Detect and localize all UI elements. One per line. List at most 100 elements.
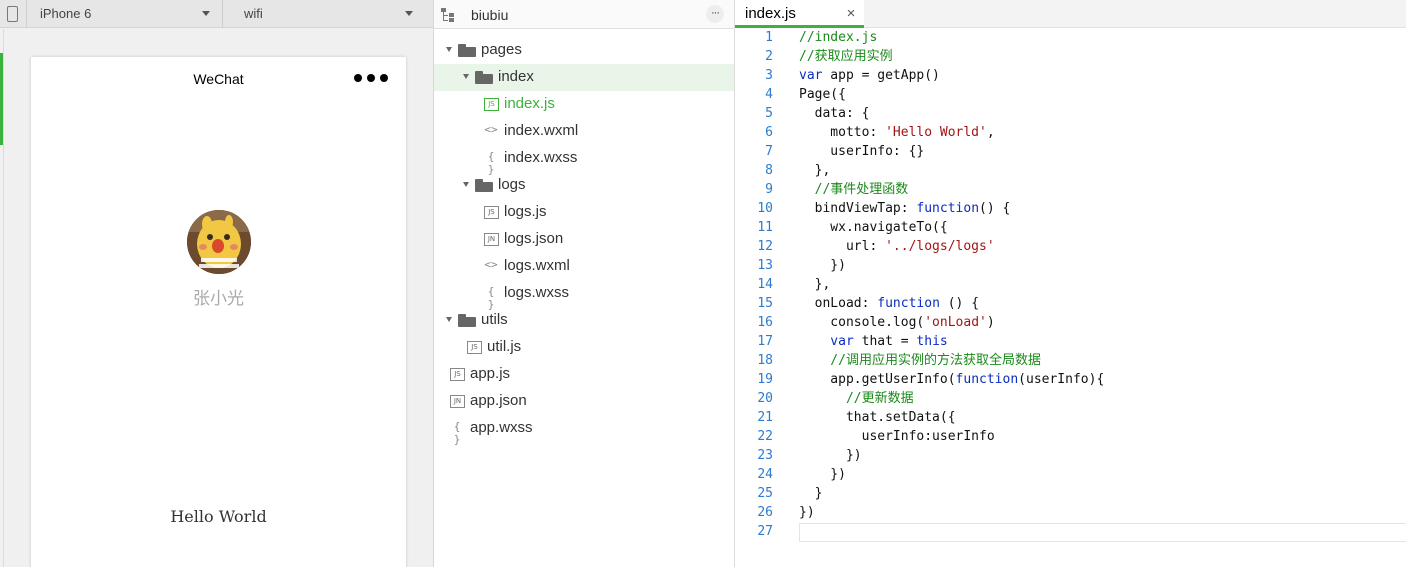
code-text: wx.navigateTo({ [799, 218, 947, 237]
code-editor-pane: index.js × 1 //index.js 2 //获取应用实例 3 var app … [735, 0, 1406, 567]
code-line: 22 userInfo:userInfo [735, 427, 1406, 446]
line-number: 15 [757, 296, 773, 311]
tree-file[interactable]: JN logs.json [434, 226, 734, 253]
code-text: onLoad: function () { [799, 294, 979, 313]
code-text: //更新数据 [799, 389, 914, 408]
tree-item-label: index.js [504, 95, 555, 112]
line-number: 11 [757, 220, 773, 235]
tree-folder[interactable]: utils [434, 307, 734, 334]
code-text: //事件处理函数 [799, 180, 909, 199]
code-token: this [916, 334, 948, 349]
tree-item-label: logs.wxss [504, 284, 570, 301]
code-text: }) [799, 465, 846, 484]
code-token: //更新数据 [799, 391, 914, 406]
code-text: //index.js [799, 28, 877, 47]
toolbar-divider [26, 0, 27, 28]
markup-file-icon: <> [484, 258, 498, 271]
more-options-button[interactable]: ··· [706, 5, 724, 23]
code-token: function [955, 372, 1019, 387]
device-select[interactable]: iPhone 6 [40, 0, 91, 28]
expand-arrow-icon[interactable] [446, 47, 452, 52]
line-number: 8 [765, 163, 773, 178]
code-text: url: '../logs/logs' [799, 237, 995, 256]
code-token: (userInfo){ [1018, 372, 1105, 387]
tree-file[interactable]: JS logs.js [434, 199, 734, 226]
code-token: }) [799, 448, 862, 463]
code-text: } [799, 484, 823, 503]
code-text: var that = this [799, 332, 948, 351]
network-select[interactable]: wifi [244, 0, 263, 28]
code-line: 8 }, [735, 161, 1406, 180]
more-menu-icon[interactable] [354, 74, 388, 82]
tab-label: index.js [745, 5, 796, 22]
code-line: 4 Page({ [735, 85, 1406, 104]
line-number: 19 [757, 372, 773, 387]
tree-item-label: index.wxml [504, 122, 579, 139]
style-file-icon: { } [453, 420, 461, 446]
tree-folder[interactable]: pages [434, 37, 734, 64]
code-text: }) [799, 256, 846, 275]
tree-file[interactable]: <> index.wxml [434, 118, 734, 145]
close-icon[interactable]: × [844, 5, 858, 22]
line-number: 17 [757, 334, 773, 349]
tree-file[interactable]: JS util.js [434, 334, 734, 361]
tree-folder[interactable]: logs [434, 172, 734, 199]
code-line: 17 var that = this [735, 332, 1406, 351]
simulator-pane: iPhone 6 wifi WeChat 张小光 Hello World [0, 0, 434, 567]
json-file-icon: JN [484, 233, 499, 246]
tree-view-icon[interactable] [441, 8, 455, 22]
code-token: }, [799, 277, 831, 292]
tree-item-label: logs [498, 176, 526, 193]
chevron-down-icon[interactable] [405, 11, 413, 16]
tree-file[interactable]: { } app.wxss [434, 415, 734, 446]
expand-arrow-icon[interactable] [446, 317, 452, 322]
line-number: 12 [757, 239, 773, 254]
simulator-toolbar: iPhone 6 wifi [0, 0, 433, 28]
code-line: 18 //调用应用实例的方法获取全局数据 [735, 351, 1406, 370]
tree-file[interactable]: <> logs.wxml [434, 253, 734, 280]
tree-item-label: logs.js [504, 203, 547, 220]
tree-file[interactable]: { } index.wxss [434, 145, 734, 176]
phone-screen: WeChat 张小光 Hello World [31, 57, 406, 567]
code-line: 12 url: '../logs/logs' [735, 237, 1406, 256]
line-number: 6 [765, 125, 773, 140]
code-line: 14 }, [735, 275, 1406, 294]
line-number: 21 [757, 410, 773, 425]
code-text: userInfo: {} [799, 142, 924, 161]
line-number: 18 [757, 353, 773, 368]
tree-folder[interactable]: index [434, 64, 734, 91]
tree-file[interactable]: JS index.js [434, 91, 734, 118]
tab-index-js[interactable]: index.js × [735, 0, 864, 28]
code-text: }, [799, 161, 831, 180]
code-token: userInfo: {} [799, 144, 925, 159]
tree-file[interactable]: JS app.js [434, 361, 734, 388]
line-number: 14 [757, 277, 773, 292]
file-tree-pane: biubiu ··· pages index JS index.js <> index.w… [434, 0, 735, 567]
line-number: 27 [757, 524, 773, 539]
code-token: ) [986, 315, 995, 330]
line-number: 20 [757, 391, 773, 406]
tree-item-label: logs.json [504, 230, 564, 247]
code-token: var [799, 68, 823, 83]
code-text: Page({ [799, 85, 846, 104]
avatar[interactable] [187, 210, 251, 274]
tree-file[interactable]: { } logs.wxss [434, 280, 734, 311]
code-token: }, [799, 163, 831, 178]
line-number: 2 [765, 49, 773, 64]
expand-arrow-icon[interactable] [463, 182, 469, 187]
code-token: 'Hello World' [885, 125, 987, 140]
chevron-down-icon[interactable] [202, 11, 210, 16]
code-text: userInfo:userInfo [799, 427, 995, 446]
code-token: }) [799, 258, 846, 273]
code-text: motto: 'Hello World', [799, 123, 994, 142]
device-icon[interactable] [7, 6, 18, 22]
toolbar-divider [222, 0, 223, 28]
expand-arrow-icon[interactable] [463, 74, 469, 79]
code-token: 'onLoad' [924, 315, 987, 330]
tree-file[interactable]: JN app.json [434, 388, 734, 415]
code-line: 26}) [735, 503, 1406, 522]
code-line: 9 //事件处理函数 [735, 180, 1406, 199]
code-line: 25 } [735, 484, 1406, 503]
tree-item-label: app.json [470, 392, 527, 409]
line-number: 5 [765, 106, 773, 121]
